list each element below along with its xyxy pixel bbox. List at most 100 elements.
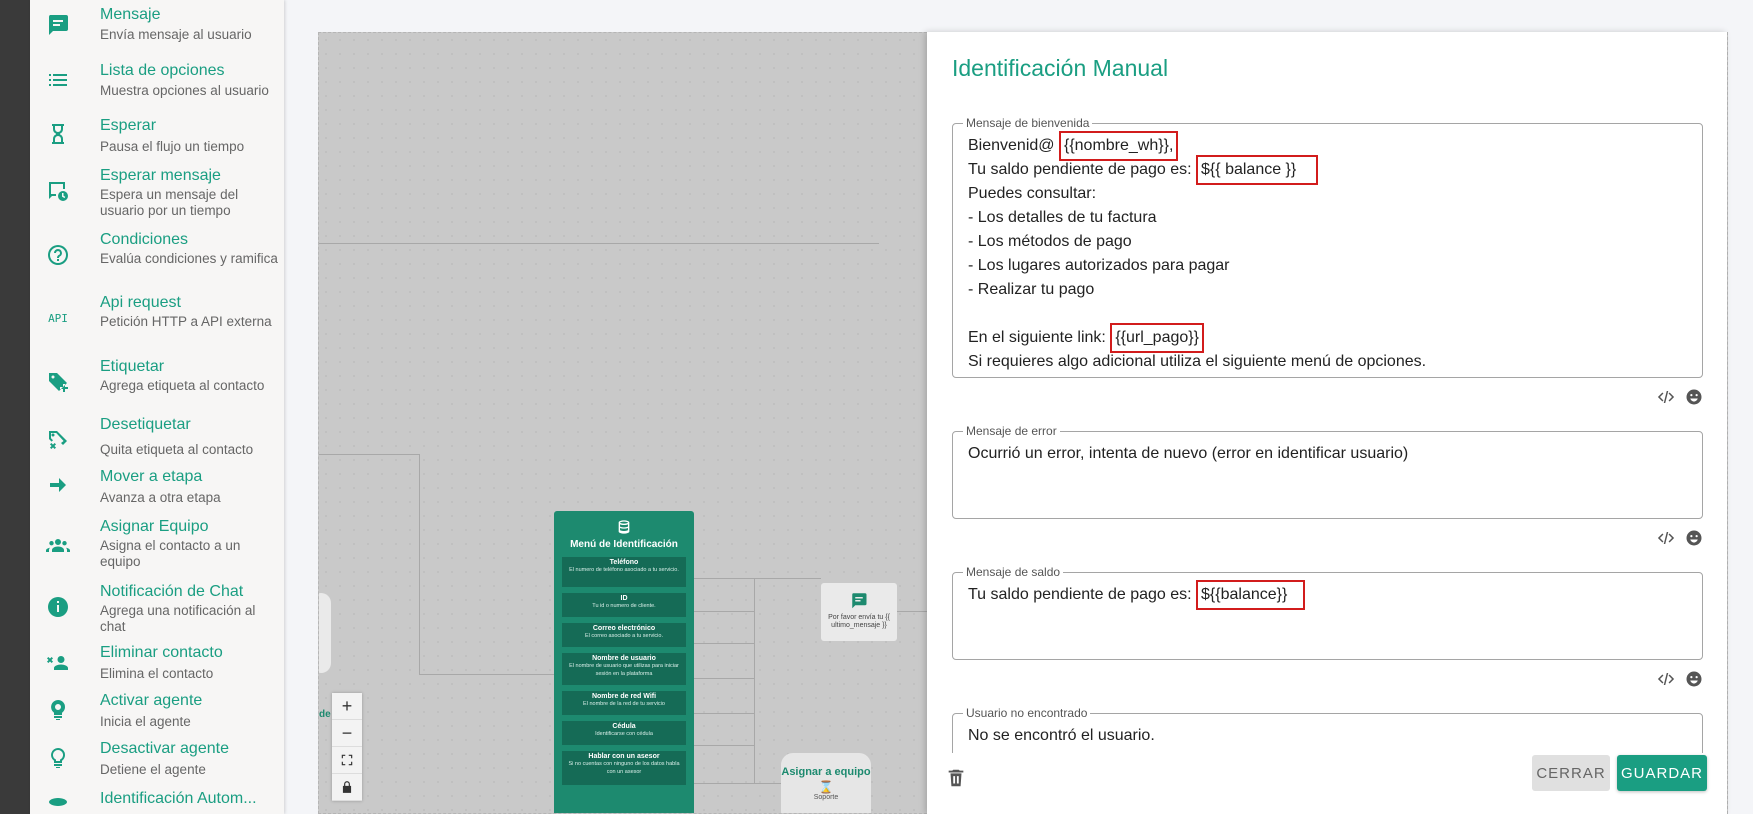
node-edit-panel: Identificación Manual Mensaje de bienven…	[927, 32, 1727, 814]
palette-item-etiquetar[interactable]: Etiquetar Agrega etiqueta al contacto	[30, 358, 284, 420]
list-icon	[44, 66, 72, 94]
field-label: Mensaje de bienvenida	[963, 116, 1093, 130]
palette-item-desc: Agrega una notificación al chat	[100, 603, 256, 634]
text-line: - Los métodos de pago	[968, 233, 1132, 250]
node-option-nombre-usuario[interactable]: Nombre de usuario El nombre de usuario q…	[562, 653, 686, 685]
hourglass-icon: ⌛	[818, 780, 834, 794]
flow-node-partial[interactable]	[319, 593, 331, 673]
team-icon	[44, 531, 72, 559]
palette-item-mensaje[interactable]: Mensaje Envía mensaje al usuario	[30, 0, 284, 62]
delete-node-button[interactable]	[945, 767, 967, 789]
canvas-edge	[419, 674, 554, 675]
hourglass-icon	[44, 120, 72, 148]
palette-item-desc: Avanza a otra etapa	[100, 490, 221, 505]
palette-item-lista-opciones[interactable]: Lista de opciones Muestra opciones al us…	[30, 56, 284, 118]
palette-item-desc: Elimina el contacto	[100, 666, 214, 681]
canvas-edge	[694, 713, 754, 714]
emoji-icon[interactable]	[1685, 670, 1703, 688]
agent-off-icon	[44, 744, 72, 772]
fit-view-button[interactable]	[332, 747, 362, 774]
palette-item-asignar-equipo[interactable]: Asignar Equipo Asigna el contacto a un e…	[30, 518, 284, 580]
node-option-cedula[interactable]: Cédula Identificarse con cédula	[562, 721, 686, 745]
text-segment: En el siguiente link:	[968, 329, 1111, 346]
palette-item-desc: Detiene el agente	[100, 762, 206, 777]
fullscreen-icon	[341, 754, 353, 766]
node-option-asesor[interactable]: Hablar con un asesor Si no cuentas con n…	[562, 751, 686, 785]
node-option-id[interactable]: ID Tu id o numero de cliente.	[562, 593, 686, 617]
emoji-icon[interactable]	[1685, 529, 1703, 547]
id-icon	[44, 792, 72, 814]
canvas-edge	[694, 745, 754, 746]
text-line: Puedes consultar:	[968, 185, 1097, 202]
node-message-text: Por favor envía tu {{ ultimo_mensaje }}	[828, 614, 890, 629]
help-circle-icon	[44, 241, 72, 269]
palette-item-desc: Muestra opciones al usuario	[100, 83, 269, 98]
node-option-telefono[interactable]: Teléfono El numero de teléfono asociado …	[562, 557, 686, 587]
tag-remove-icon	[44, 426, 72, 454]
flow-node-asignar-equipo[interactable]: Asignar a equipo ⌛ Soporte	[781, 753, 871, 813]
palette-item-identificacion-automatica[interactable]: Identificación Autom...	[30, 790, 284, 814]
zoom-out-button[interactable]: −	[332, 720, 362, 747]
lock-button[interactable]	[332, 774, 362, 801]
code-icon[interactable]	[1657, 529, 1675, 547]
canvas-edge	[694, 643, 754, 644]
zoom-in-button[interactable]: +	[332, 693, 362, 720]
message-icon	[852, 593, 867, 609]
balance-message-field[interactable]: Mensaje de saldo Tu saldo pendiente de p…	[952, 565, 1703, 660]
palette-item-title: Identificación Autom...	[100, 790, 257, 807]
node-option-title: Nombre de usuario	[592, 655, 656, 662]
flow-node-menu-identificacion[interactable]: Menú de Identificación Teléfono El numer…	[554, 511, 694, 813]
palette-item-api-request[interactable]: API Api request Petición HTTP a API exte…	[30, 294, 284, 356]
text-segment: Bienvenid@	[968, 137, 1059, 154]
node-option-title: Hablar con un asesor	[588, 753, 660, 760]
palette-item-esperar-mensaje[interactable]: Esperar mensaje Espera un mensaje del us…	[30, 165, 284, 227]
node-palette-sidebar: Mensaje Envía mensaje al usuario Lista d…	[30, 0, 284, 814]
error-field-tools	[1643, 526, 1703, 550]
field-label: Mensaje de saldo	[963, 565, 1064, 579]
palette-item-title: Desactivar agente	[100, 740, 229, 757]
clock-message-icon	[44, 177, 72, 205]
info-icon	[44, 593, 72, 621]
save-button[interactable]: GUARDAR	[1617, 755, 1707, 791]
canvas-edge	[754, 578, 755, 783]
canvas-edge	[694, 578, 821, 579]
palette-item-desc: Envía mensaje al usuario	[100, 27, 252, 42]
code-icon[interactable]	[1657, 388, 1675, 406]
palette-item-title: Notificación de Chat	[100, 583, 244, 600]
error-message-field[interactable]: Mensaje de error Ocurrió un error, inten…	[952, 424, 1703, 519]
agent-on-icon	[44, 696, 72, 724]
code-icon[interactable]	[1657, 670, 1675, 688]
node-option-title: Cédula	[612, 723, 636, 730]
emoji-icon[interactable]	[1685, 388, 1703, 406]
node-option-correo[interactable]: Correo electrónico El correo asociado a …	[562, 623, 686, 647]
canvas-edge	[419, 454, 420, 674]
balance-field-tools	[1643, 667, 1703, 691]
trash-icon	[948, 769, 964, 787]
palette-item-title: Esperar mensaje	[100, 167, 221, 184]
zoom-controls: + −	[332, 693, 362, 801]
text-segment: Tu saldo pendiente de pago es:	[968, 161, 1197, 178]
node-option-desc: El numero de teléfono asociado a tu serv…	[569, 567, 679, 573]
node-option-desc: El nombre de la red de tu servicio	[583, 701, 665, 707]
palette-item-desc: Evalúa condiciones y ramifica	[100, 251, 278, 266]
not-found-message-text: No se encontró el usuario.	[968, 727, 1155, 744]
node-subtitle: Soporte	[813, 794, 839, 801]
text-line: - Los detalles de tu factura	[968, 209, 1157, 226]
palette-item-desc: Pausa el flujo un tiempo	[100, 139, 245, 154]
palette-item-desc: Asigna el contacto a un equipo	[100, 538, 241, 569]
palette-item-title: Activar agente	[100, 692, 203, 709]
palette-item-title: Eliminar contacto	[100, 644, 223, 661]
node-option-red-wifi[interactable]: Nombre de red Wifi El nombre de la red d…	[562, 691, 686, 715]
highlighted-variable: ${{ balance }}	[1196, 155, 1319, 185]
canvas-edge	[694, 611, 754, 612]
palette-item-condiciones[interactable]: Condiciones Evalúa condiciones y ramific…	[30, 230, 284, 292]
palette-item-desc: Inicia el agente	[100, 714, 191, 729]
close-button[interactable]: CERRAR	[1532, 755, 1610, 791]
lock-icon	[342, 781, 352, 793]
palette-item-notificacion-chat[interactable]: Notificación de Chat Agrega una notifica…	[30, 582, 284, 644]
palette-item-title: Desetiquetar	[100, 416, 191, 433]
palette-item-title: Esperar	[100, 117, 157, 134]
flow-node-message[interactable]: Por favor envía tu {{ ultimo_mensaje }}	[821, 583, 897, 641]
welcome-message-field[interactable]: Mensaje de bienvenida Bienvenid@ {{nombr…	[952, 116, 1703, 378]
welcome-message-text[interactable]: Bienvenid@ {{nombre_wh}}, Tu saldo pendi…	[953, 124, 1702, 384]
